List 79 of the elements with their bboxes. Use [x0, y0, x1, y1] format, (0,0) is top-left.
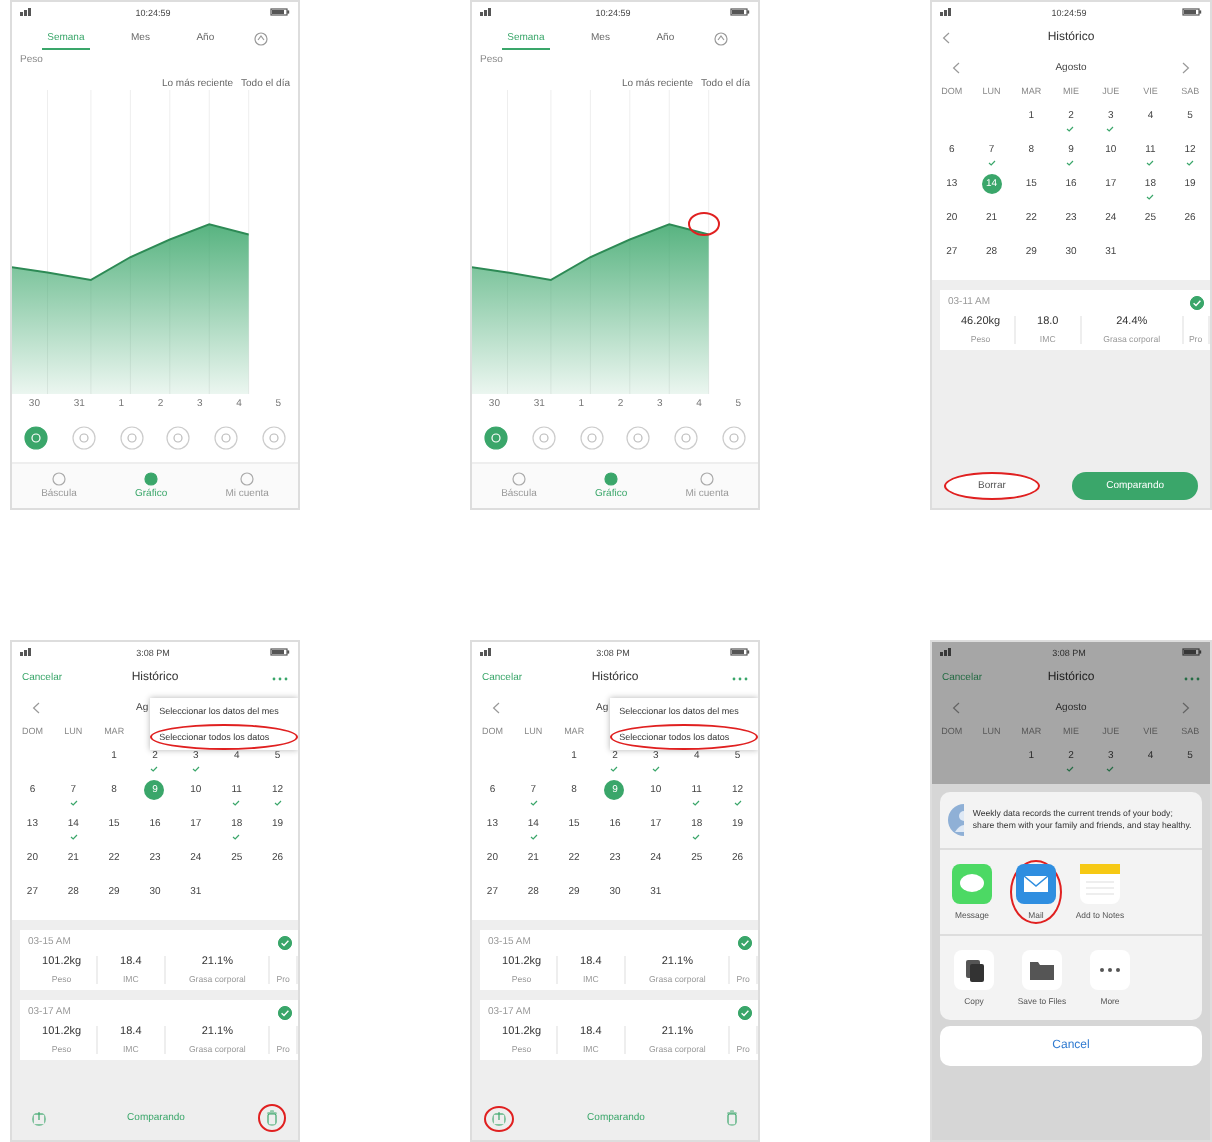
battery-icon: [1181, 648, 1202, 656]
more-icon[interactable]: [272, 675, 288, 681]
avatar-icon: [948, 804, 965, 836]
trash-icon[interactable]: [258, 1104, 286, 1132]
tick-icon: [987, 160, 996, 166]
tick-icon: [733, 800, 742, 806]
tick-icon: [1066, 160, 1075, 166]
metric-icon[interactable]: [579, 426, 604, 450]
share-icon[interactable]: [254, 31, 269, 45]
circle-icon: [700, 472, 715, 486]
tick-icon: [1066, 126, 1075, 132]
battery-icon: [729, 648, 750, 656]
metric-icon[interactable]: [71, 426, 96, 450]
tick-icon: [529, 834, 538, 840]
more-icon: [1090, 950, 1130, 990]
battery-icon: [1182, 8, 1202, 16]
previous-icon[interactable]: [952, 701, 960, 713]
tick-icon: [69, 800, 78, 806]
metric-icon[interactable]: [262, 426, 287, 450]
metric-icon[interactable]: [23, 426, 48, 450]
check-icon[interactable]: [738, 1006, 752, 1020]
tick-icon: [69, 834, 78, 840]
battery-icon: [270, 8, 290, 16]
circle-icon: [240, 472, 255, 486]
metric-icon[interactable]: [722, 426, 747, 450]
check-icon[interactable]: [738, 936, 752, 950]
circle-icon: [144, 472, 159, 486]
metric-icon[interactable]: [214, 426, 239, 450]
signal-icon: [20, 8, 36, 16]
copy-icon: [954, 950, 994, 990]
signal-icon: [480, 8, 496, 16]
more-icon[interactable]: [1184, 675, 1200, 681]
check-icon[interactable]: [1190, 296, 1204, 310]
previous-icon[interactable]: [952, 61, 960, 73]
check-icon[interactable]: [278, 1006, 292, 1020]
folder-icon: [1022, 950, 1062, 990]
circle-icon: [511, 472, 526, 486]
metric-icon[interactable]: [531, 426, 556, 450]
back-icon[interactable]: [942, 32, 950, 44]
tick-icon: [1146, 194, 1155, 200]
envelope-icon: [1016, 864, 1056, 904]
metric-icon[interactable]: [626, 426, 651, 450]
tick-icon: [1146, 160, 1155, 166]
more-icon[interactable]: [732, 675, 748, 681]
previous-icon[interactable]: [32, 701, 40, 713]
metric-icon[interactable]: [483, 426, 508, 450]
tick-icon: [692, 800, 701, 806]
metric-icon[interactable]: [119, 426, 144, 450]
tick-icon: [1066, 766, 1075, 772]
signal-icon: [20, 648, 36, 656]
tick-icon: [1106, 766, 1115, 772]
check-icon[interactable]: [278, 936, 292, 950]
tick-icon: [150, 766, 159, 772]
metric-icon[interactable]: [166, 426, 191, 450]
next-icon[interactable]: [1181, 61, 1190, 73]
tick-icon: [1106, 126, 1115, 132]
tick-icon: [610, 766, 619, 772]
export-icon[interactable]: [484, 1105, 514, 1131]
previous-icon[interactable]: [492, 701, 500, 713]
tick-icon: [191, 766, 200, 772]
tick-icon: [1186, 160, 1195, 166]
tick-icon: [232, 800, 241, 806]
tick-icon: [692, 834, 701, 840]
signal-icon: [940, 648, 956, 656]
chat-icon: [952, 864, 992, 904]
tick-icon: [651, 766, 660, 772]
circle-icon: [604, 472, 619, 486]
share-icon[interactable]: [714, 31, 729, 45]
next-icon[interactable]: [1181, 701, 1190, 713]
tick-icon: [273, 800, 282, 806]
signal-icon: [940, 8, 956, 16]
circle-icon: [51, 472, 66, 486]
notes-icon: [1080, 864, 1120, 904]
tick-icon: [529, 800, 538, 806]
battery-icon: [730, 8, 750, 16]
tick-icon: [232, 834, 241, 840]
metric-icon[interactable]: [674, 426, 699, 450]
battery-icon: [269, 648, 290, 656]
signal-icon: [480, 648, 496, 656]
